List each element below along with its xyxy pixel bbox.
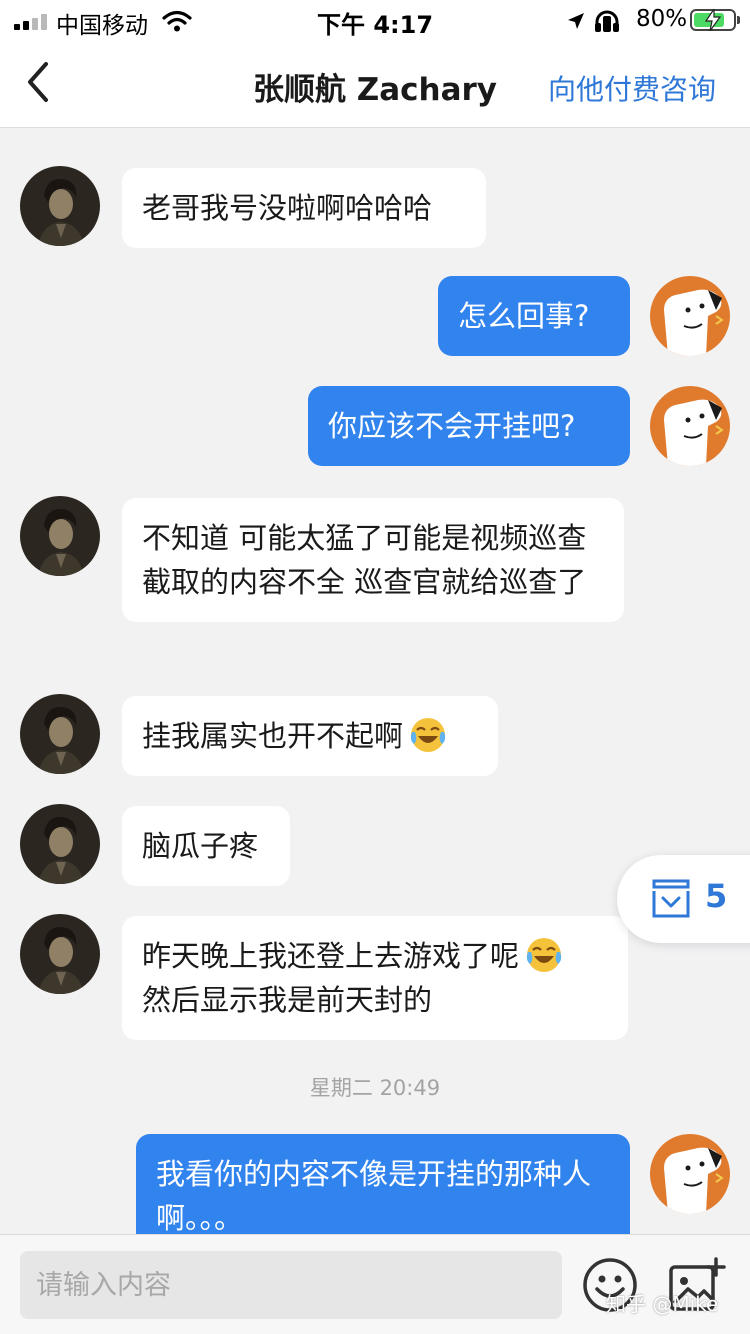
message-bubble-left: 昨天晚上我还登上去游戏了呢 然后显示我是前天封的 — [122, 916, 628, 1040]
status-bar: 中国移动 下午 4:17 80% — [0, 0, 750, 40]
message-text: 老哥我号没啦啊哈哈哈 — [142, 191, 433, 225]
contact-avatar[interactable] — [20, 496, 100, 576]
message-bubble-right: 我看你的内容不像是开挂的那种人啊。。。 — [136, 1134, 630, 1234]
message-bubble-left: 不知道 可能太猛了可能是视频巡查截取的内容不全 巡查官就给巡查了 — [122, 498, 624, 622]
unread-count: 5 — [705, 877, 728, 915]
message-bubble-right: 你应该不会开挂吧? — [308, 386, 630, 466]
paid-consult-link[interactable]: 向他付费咨询 — [548, 68, 716, 108]
message-bubble-left: 挂我属实也开不起啊 — [122, 696, 498, 776]
unread-badge-button[interactable]: 5 — [617, 855, 750, 943]
laughing-crying-emoji-icon — [526, 938, 562, 972]
my-avatar[interactable] — [650, 1134, 730, 1214]
message-text: 脑瓜子疼 — [142, 829, 259, 863]
message-timestamp: 星期二 20:49 — [309, 1076, 441, 1100]
message-list[interactable]: 老哥我号没啦啊哈哈哈 怎么回事? 你应该不会开挂吧? 不知道 可能太猛了可能是视… — [0, 129, 750, 1234]
my-avatar[interactable] — [650, 386, 730, 466]
headphones-icon — [595, 10, 619, 32]
battery-icon — [690, 9, 740, 31]
message-text: 不知道 可能太猛了可能是视频巡查截取的内容不全 巡查官就给巡查了 — [142, 521, 587, 599]
message-bubble-right: 怎么回事? — [438, 276, 630, 356]
chat-header: 张顺航 Zachary 向他付费咨询 — [0, 40, 750, 128]
message-bubble-left: 老哥我号没啦啊哈哈哈 — [122, 168, 486, 248]
watermark: 知乎 @Mike — [606, 1292, 719, 1316]
message-text: 昨天晚上我还登上去游戏了呢 — [142, 939, 520, 973]
battery-percent: 80% — [636, 6, 688, 32]
contact-avatar[interactable] — [20, 694, 100, 774]
message-text: 我看你的内容不像是开挂的那种人啊。。。 — [156, 1157, 592, 1234]
contact-avatar[interactable] — [20, 914, 100, 994]
my-avatar[interactable] — [650, 276, 730, 356]
input-bar — [0, 1234, 750, 1334]
message-text: 挂我属实也开不起啊 — [142, 719, 404, 753]
message-bubble-left: 脑瓜子疼 — [122, 806, 290, 886]
message-text: 你应该不会开挂吧? — [328, 409, 576, 443]
message-input[interactable] — [20, 1251, 562, 1319]
contact-avatar[interactable] — [20, 166, 100, 246]
message-text: 然后显示我是前天封的 — [142, 983, 433, 1017]
message-text: 怎么回事? — [458, 299, 590, 333]
contact-avatar[interactable] — [20, 804, 100, 884]
inbox-icon — [652, 879, 690, 918]
laughing-crying-emoji-icon — [410, 718, 446, 752]
location-icon — [568, 13, 584, 29]
